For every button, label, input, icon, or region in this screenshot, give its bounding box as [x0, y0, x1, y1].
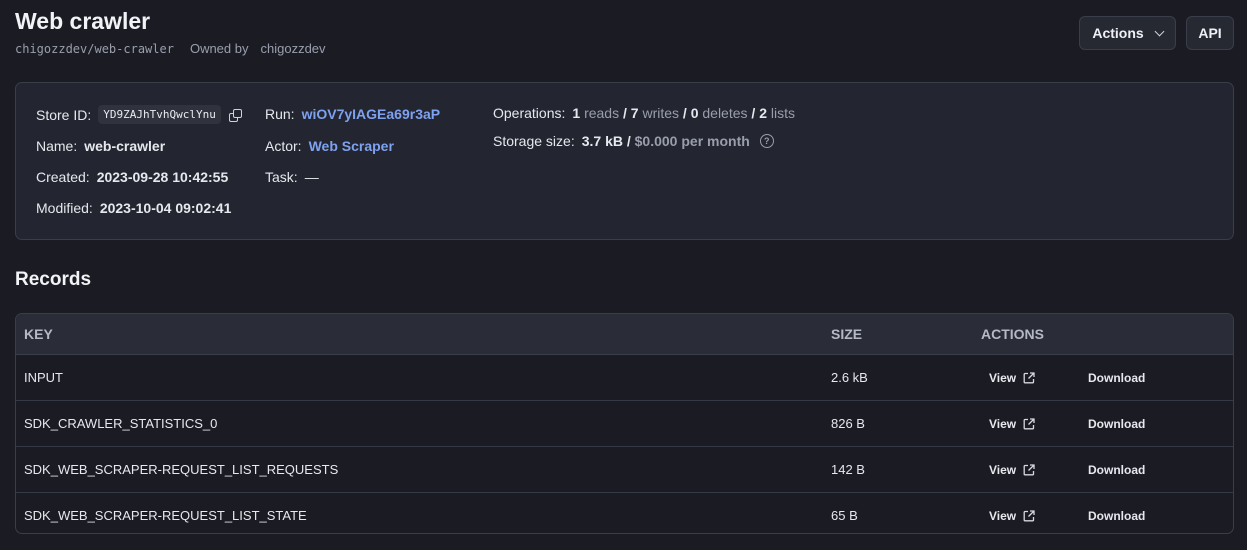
lists-count: 2 [759, 105, 767, 121]
records-table: KEY SIZE ACTIONS INPUT 2.6 kB View Download… [15, 313, 1234, 534]
copy-icon[interactable] [228, 108, 242, 122]
records-title: Records [15, 269, 92, 290]
page-title: Web crawler [15, 8, 151, 34]
deletes-label: deletes [702, 105, 748, 121]
view-label: View [989, 462, 1017, 477]
separator: / [622, 105, 627, 121]
task-value: — [304, 169, 319, 185]
view-button[interactable]: View [989, 447, 1035, 492]
writes-label: writes [642, 105, 680, 121]
separator: / [626, 133, 631, 149]
created-row: Created: 2023-09-28 10:42:55 [36, 169, 228, 185]
modified-value: 2023-10-04 09:02:41 [99, 200, 232, 216]
table-row: SDK_CRAWLER_STATISTICS_0 826 B View Downloa… [16, 401, 1233, 447]
external-link-icon [1023, 372, 1035, 384]
api-label: API [1198, 25, 1222, 41]
actor-link[interactable]: Web Scraper [309, 138, 394, 154]
name-label: Name: [36, 138, 78, 154]
actions-label: Actions [1092, 25, 1144, 41]
owner-link[interactable]: chigozzdev [261, 41, 326, 56]
deletes-count: 0 [690, 105, 699, 121]
table-row: SDK_WEB_SCRAPER-REQUEST_LIST_REQUESTS 142… [16, 447, 1233, 493]
store-slug: chigozzdev/web-crawler [15, 41, 174, 56]
writes-count: 7 [630, 105, 639, 121]
modified-label: Modified: [36, 200, 93, 216]
page-subtitle: chigozzdev/web-crawler Owned by chigozzd… [15, 41, 326, 56]
view-button[interactable]: View [989, 401, 1035, 446]
table-header: KEY SIZE ACTIONS [16, 314, 1233, 355]
record-size: 142 B [831, 462, 865, 477]
view-label: View [989, 508, 1017, 523]
task-label: Task: [265, 169, 298, 185]
storage-label: Storage size: [493, 133, 575, 149]
download-button[interactable]: Download [1088, 493, 1145, 533]
record-key: SDK_CRAWLER_STATISTICS_0 [24, 416, 218, 431]
store-info-panel: Store ID: YD9ZAJhTvhQwclYnu Name: web-cr… [15, 82, 1234, 240]
external-link-icon [1023, 418, 1035, 430]
external-link-icon [1023, 464, 1035, 476]
view-button[interactable]: View [989, 493, 1035, 533]
chevron-down-icon [1154, 26, 1165, 36]
table-row: INPUT 2.6 kB View Download [16, 355, 1233, 401]
download-button[interactable]: Download [1088, 447, 1145, 492]
created-label: Created: [36, 169, 90, 185]
record-key: INPUT [24, 370, 63, 385]
record-size: 2.6 kB [831, 370, 868, 385]
operations-label: Operations: [493, 105, 566, 121]
api-button[interactable]: API [1186, 16, 1234, 50]
name-row: Name: web-crawler [36, 138, 165, 154]
modified-row: Modified: 2023-10-04 09:02:41 [36, 200, 231, 216]
column-size: SIZE [831, 326, 863, 342]
actor-row: Actor: Web Scraper [265, 138, 394, 154]
lists-label: lists [770, 105, 796, 121]
task-row: Task: — [265, 169, 319, 185]
run-row: Run: wiOV7yIAGEa69r3aP [265, 106, 440, 122]
name-value: web-crawler [84, 138, 166, 154]
storage-row: Storage size: 3.7 kB / $0.000 per month … [493, 133, 774, 149]
store-id-label: Store ID: [36, 106, 92, 123]
owned-by-label: Owned by [189, 41, 249, 56]
store-id-row: Store ID: YD9ZAJhTvhQwclYnu [36, 105, 242, 124]
actions-button[interactable]: Actions [1079, 16, 1176, 50]
record-key: SDK_WEB_SCRAPER-REQUEST_LIST_STATE [24, 508, 307, 523]
record-key: SDK_WEB_SCRAPER-REQUEST_LIST_REQUESTS [24, 462, 339, 477]
run-label: Run: [265, 106, 295, 122]
store-id-value: YD9ZAJhTvhQwclYnu [98, 105, 221, 124]
record-size: 826 B [831, 416, 865, 431]
external-link-icon [1023, 510, 1035, 522]
reads-count: 1 [572, 105, 581, 121]
view-label: View [989, 370, 1017, 385]
download-button[interactable]: Download [1088, 401, 1145, 446]
view-button[interactable]: View [989, 355, 1035, 400]
run-link[interactable]: wiOV7yIAGEa69r3aP [302, 106, 441, 122]
table-row: SDK_WEB_SCRAPER-REQUEST_LIST_STATE 65 B Vi… [16, 493, 1233, 533]
table-body: INPUT 2.6 kB View Download SDK_CRAWLER_STATI… [16, 355, 1233, 533]
operations-row: Operations: 1 reads / 7 writes / 0 delet… [493, 105, 795, 121]
storage-cost: $0.000 per month [634, 133, 750, 149]
created-value: 2023-09-28 10:42:55 [96, 169, 229, 185]
separator: / [751, 105, 756, 121]
download-button[interactable]: Download [1088, 355, 1145, 400]
storage-value: 3.7 kB [581, 133, 623, 149]
record-size: 65 B [831, 508, 858, 523]
actor-label: Actor: [265, 138, 302, 154]
column-key: KEY [24, 326, 53, 342]
view-label: View [989, 416, 1017, 431]
column-actions: ACTIONS [981, 326, 1044, 342]
help-icon[interactable]: ? [759, 134, 774, 148]
separator: / [682, 105, 687, 121]
reads-label: reads [584, 105, 620, 121]
